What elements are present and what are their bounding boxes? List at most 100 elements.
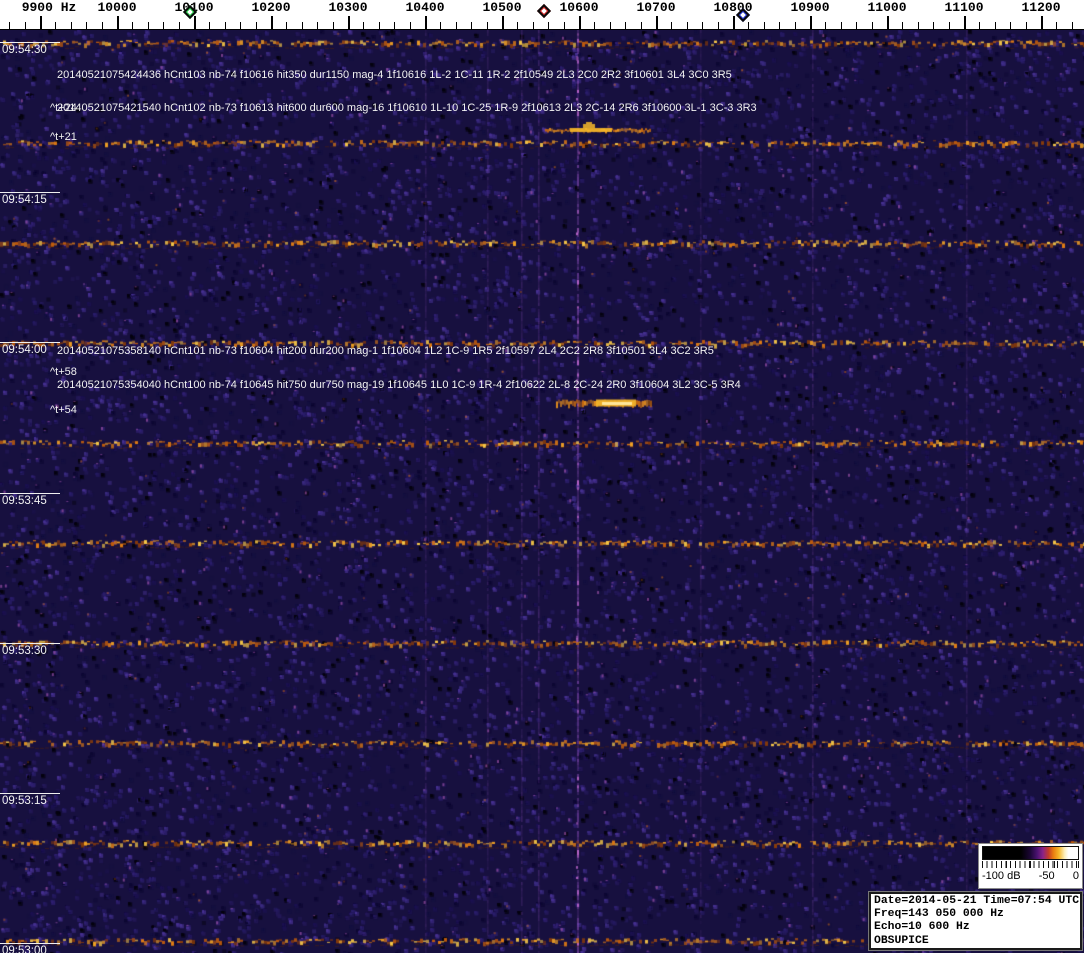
- db-color-scale-legend: -100 dB -50 0: [978, 843, 1083, 889]
- meteor-spectrogram-window: 9900 Hz 10000 10100 10200 10300 10400 10500 106…: [0, 0, 1084, 953]
- info-date-time: Date=2014-05-21 Time=07:54 UTC: [874, 895, 1080, 907]
- ruler-tick: [840, 22, 842, 29]
- ruler-tick: [55, 22, 57, 29]
- ruler-tick: [994, 22, 996, 29]
- marker-center-dot: [541, 8, 547, 14]
- ruler-tick: [363, 22, 365, 29]
- ruler-tick: [579, 16, 581, 29]
- ruler-tick: [70, 22, 72, 29]
- ruler-tick: [286, 22, 288, 29]
- ruler-frequency-label: 10200: [251, 0, 291, 15]
- marker-center-dot: [740, 12, 746, 18]
- ruler-tick: [209, 22, 211, 29]
- ruler-tick: [40, 16, 42, 29]
- legend-labels: -100 dB -50 0: [982, 870, 1079, 882]
- ruler-tick: [1056, 22, 1058, 29]
- frequency-ruler: 9900 Hz 10000 10100 10200 10300 10400 10500 106…: [0, 0, 1084, 30]
- ruler-tick: [348, 16, 350, 29]
- ruler-tick: [563, 22, 565, 29]
- ruler-tick: [194, 16, 196, 29]
- legend-label-max: 0: [1072, 870, 1079, 882]
- ruler-tick: [178, 22, 180, 29]
- ruler-tick: [9, 22, 11, 29]
- ruler-tick: [486, 22, 488, 29]
- ruler-tick: [301, 22, 303, 29]
- ruler-frequency-label: 10600: [559, 0, 599, 15]
- ruler-tick: [132, 22, 134, 29]
- ruler-tick: [887, 16, 889, 29]
- ruler-tick: [502, 16, 504, 29]
- ruler-tick: [933, 22, 935, 29]
- ruler-tick: [733, 16, 735, 29]
- ruler-tick: [532, 22, 534, 29]
- ruler-tick: [332, 22, 334, 29]
- ruler-tick: [656, 16, 658, 29]
- ruler-tick: [763, 22, 765, 29]
- ruler-frequency-label: 11000: [867, 0, 907, 15]
- ruler-frequency-label: 10700: [636, 0, 676, 15]
- ruler-tick: [240, 22, 242, 29]
- ruler-frequency-label: 10300: [328, 0, 368, 15]
- ruler-tick: [810, 16, 812, 29]
- ruler-tick: [609, 22, 611, 29]
- ruler-tick: [702, 22, 704, 29]
- ruler-frequency-label: 11100: [944, 0, 984, 15]
- ruler-tick: [871, 22, 873, 29]
- ruler-frequency-label: 9900 Hz: [21, 0, 77, 15]
- ruler-tick: [271, 16, 273, 29]
- ruler-tick: [255, 22, 257, 29]
- ruler-tick: [686, 22, 688, 29]
- ruler-tick: [1025, 22, 1027, 29]
- legend-label-min: -100 dB: [982, 870, 1021, 882]
- ruler-tick: [24, 22, 26, 29]
- ruler-tick: [748, 22, 750, 29]
- info-frequency: Freq=143 050 000 Hz: [874, 908, 1004, 921]
- ruler-tick: [917, 22, 919, 29]
- ruler-frequency-label: 10900: [790, 0, 830, 15]
- ruler-tick: [671, 22, 673, 29]
- ruler-tick: [117, 16, 119, 29]
- ruler-tick: [640, 22, 642, 29]
- ruler-tick: [163, 22, 165, 29]
- ruler-tick: [517, 22, 519, 29]
- ruler-frequency-label: 10500: [482, 0, 522, 15]
- ruler-tick: [856, 22, 858, 29]
- ruler-tick: [548, 22, 550, 29]
- ruler-tick: [317, 22, 319, 29]
- ruler-tick: [625, 22, 627, 29]
- ruler-frequency-label: 11200: [1021, 0, 1061, 15]
- legend-tick-ruler: [982, 861, 1079, 868]
- colormap-gradient-bar: [982, 846, 1079, 860]
- ruler-tick: [979, 22, 981, 29]
- observation-info-box: Date=2014-05-21 Time=07:54 UTC Freq=143 …: [869, 892, 1082, 950]
- ruler-frequency-label: 10000: [97, 0, 137, 15]
- ruler-tick: [594, 22, 596, 29]
- ruler-tick: [224, 22, 226, 29]
- spectrogram-canvas[interactable]: [0, 30, 1084, 953]
- ruler-tick: [1010, 22, 1012, 29]
- info-echo: Echo=10 600 Hz: [874, 921, 970, 934]
- info-observer: OBSUPICE: [874, 934, 929, 947]
- ruler-tick: [86, 22, 88, 29]
- ruler-tick: [394, 22, 396, 29]
- ruler-tick: [101, 22, 103, 29]
- ruler-frequency-label: 10400: [405, 0, 445, 15]
- ruler-tick: [425, 16, 427, 29]
- ruler-tick: [964, 16, 966, 29]
- ruler-tick: [471, 22, 473, 29]
- ruler-tick: [378, 22, 380, 29]
- ruler-tick: [794, 22, 796, 29]
- ruler-tick: [825, 22, 827, 29]
- ruler-tick: [409, 22, 411, 29]
- ruler-tick: [779, 22, 781, 29]
- ruler-tick: [440, 22, 442, 29]
- ruler-tick: [147, 22, 149, 29]
- ruler-tick: [455, 22, 457, 29]
- ruler-tick: [1071, 22, 1073, 29]
- ruler-tick: [948, 22, 950, 29]
- legend-label-mid: -50: [1038, 870, 1055, 882]
- marker-center-dot: [187, 9, 193, 15]
- ruler-tick: [1041, 16, 1043, 29]
- ruler-tick: [902, 22, 904, 29]
- marker-red-diamond[interactable]: [536, 3, 552, 19]
